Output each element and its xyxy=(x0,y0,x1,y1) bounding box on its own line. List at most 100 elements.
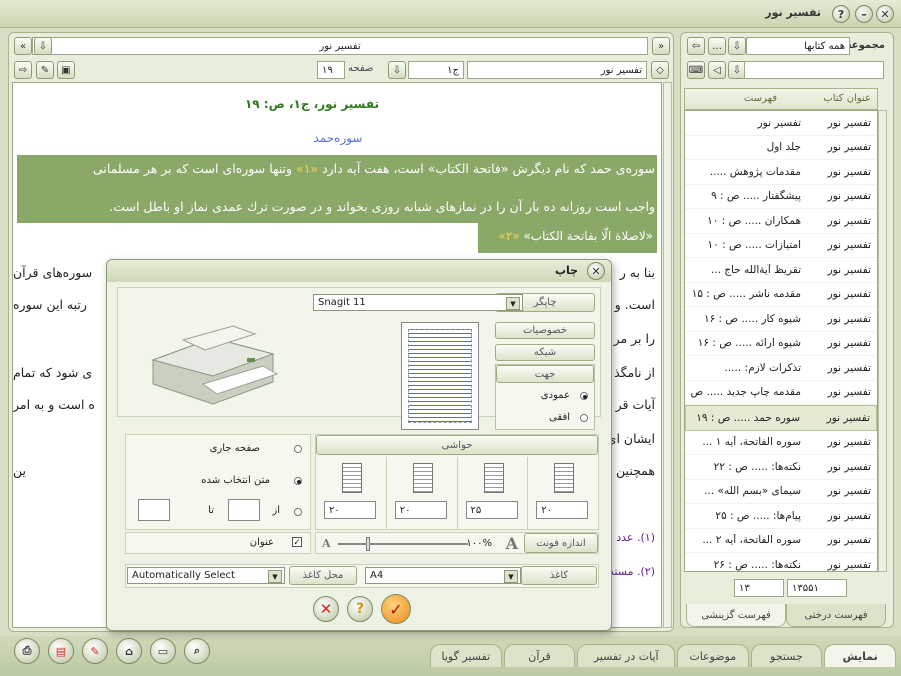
view-toggle-icon[interactable]: ▣ xyxy=(57,61,75,79)
page-down-icon[interactable]: ⇩ xyxy=(388,61,406,79)
page-range-radio[interactable] xyxy=(294,508,302,516)
list-item[interactable]: تفسير نور مقدمه ناشر ..... ص : ۱۵ xyxy=(685,283,877,307)
volume-select[interactable]: ج۱ xyxy=(408,61,464,79)
tab-2[interactable]: موضوعات xyxy=(676,644,749,667)
edit-note-icon[interactable]: ✎ xyxy=(82,638,108,664)
list-item-entry: امتيازات ..... ص : ۱۰ xyxy=(707,239,801,252)
cancel-icon[interactable]: ✕ xyxy=(313,596,339,622)
col-title[interactable]: عنوان كتاب xyxy=(823,93,871,104)
list-item[interactable]: تفسير نور مقدمات پژوهش ..... xyxy=(685,160,877,185)
next-page-icon[interactable]: ⇨ xyxy=(14,61,32,79)
list-item[interactable]: تفسير نور سوره الفاتحة، آيه ۲ ... xyxy=(685,529,877,553)
zoom-icon[interactable]: ⌕ xyxy=(184,638,210,664)
font-large-icon: A xyxy=(505,534,518,553)
tab-tree-index[interactable]: فهرست درختى xyxy=(786,604,886,627)
network-button[interactable]: شبكه xyxy=(495,344,595,361)
list-scrollbar[interactable] xyxy=(878,110,887,572)
margin-input[interactable]: ۲۰ xyxy=(394,501,447,519)
list-item[interactable]: تفسير نور شيوه كار ..... ص : ۱۶ xyxy=(685,307,877,332)
list-item[interactable]: تفسير نور امتيازات ..... ص : ۱۰ xyxy=(685,234,877,258)
font-slider-track[interactable] xyxy=(338,543,468,545)
tab-4[interactable]: قرآن xyxy=(503,644,576,667)
keyboard-icon[interactable]: ⌨ xyxy=(687,61,705,79)
list-item[interactable]: تفسير نور نكته‌ها: ..... ص : ۲۲ xyxy=(685,455,877,480)
list-item[interactable]: تفسير نور مقدمه چاپ جديد ..... ص xyxy=(685,381,877,405)
margin-cell: ۲۵ xyxy=(456,457,528,529)
list-item[interactable]: تفسير نور نكته‌ها: ..... ص : ۲۶ xyxy=(685,553,877,571)
document-scrollbar[interactable] xyxy=(663,82,672,628)
collection-select[interactable]: همه كتابها xyxy=(746,37,850,55)
highlight-line-3[interactable]: «لاصلاة الّا بفاتحة الكتاب» «۲» xyxy=(478,223,657,253)
minimize-icon[interactable]: – xyxy=(855,5,873,23)
page-input[interactable]: ۱۹ xyxy=(317,61,345,79)
book-index-list[interactable]: تفسير نور تفسير نور تفسير نور جلد اول تفسير … xyxy=(684,110,878,572)
print-icon[interactable]: ⎙ xyxy=(14,638,40,664)
close-icon[interactable]: ✕ xyxy=(876,5,894,23)
bookmark-icon[interactable]: ⌂ xyxy=(116,638,142,664)
paper-source-select[interactable]: Automatically Select ▼ xyxy=(127,567,285,584)
history-dropdown-icon[interactable]: ⇩ xyxy=(34,37,52,55)
split-view-icon[interactable]: ▭ xyxy=(150,638,176,664)
list-item[interactable]: تفسير نور سوره الفاتحة، آيه ۱ ... xyxy=(685,431,877,455)
highlight-line-1[interactable]: سوره‌ى حمد كه نام ديگرش «فاتحة الكتاب» ا… xyxy=(17,155,657,193)
margin-input[interactable]: ۲۰ xyxy=(536,501,589,519)
export-icon[interactable]: ▤ xyxy=(48,638,74,664)
list-item[interactable]: تفسير نور پيام‌ها: ..... ص : ۲۵ xyxy=(685,504,877,529)
hadith-text: «لاصلاة الّا بفاتحة الكتاب» xyxy=(523,229,653,243)
margin-input[interactable]: ۲۰ xyxy=(324,501,376,519)
title-option: عنوان ✓ xyxy=(125,532,311,554)
tab-0[interactable]: نمايش xyxy=(824,644,896,667)
tab-3[interactable]: آيات در تفسير xyxy=(577,644,675,667)
from-input[interactable] xyxy=(228,499,260,521)
list-item[interactable]: تفسير نور شيوه ارائه ..... ص : ۱۶ xyxy=(685,332,877,356)
chevron-down-icon[interactable]: ▼ xyxy=(504,570,518,583)
selected-text-radio[interactable] xyxy=(294,477,302,485)
list-item[interactable]: تفسير نور همكاران ..... ص : ۱۰ xyxy=(685,209,877,234)
tab-1[interactable]: جستجو xyxy=(750,644,823,667)
title-checkbox[interactable]: ✓ xyxy=(292,537,302,548)
help-icon[interactable]: ? xyxy=(832,5,850,23)
book-select[interactable]: تفسير نور xyxy=(467,61,647,79)
tab-flat-index[interactable]: فهرست گزينشى xyxy=(686,604,786,627)
tools-icon[interactable]: ✎ xyxy=(36,61,54,79)
footnote-1: (۱). عدد xyxy=(616,531,655,544)
tag-icon[interactable]: ◇ xyxy=(651,61,669,79)
para-6-right: ايشان اي xyxy=(606,431,655,446)
font-slider-thumb[interactable] xyxy=(366,537,370,551)
list-item[interactable]: تفسير نور سوره حمد ..... ص : ۱۹ xyxy=(685,405,877,431)
col-index[interactable]: فهرست xyxy=(744,93,777,104)
list-item[interactable]: تفسير نور تفسير نور xyxy=(685,111,877,136)
forward-arrow-icon[interactable]: » xyxy=(652,37,670,55)
list-item[interactable]: تفسير نور پيشگفتار ..... ص : ۹ xyxy=(685,185,877,209)
book-search-input[interactable] xyxy=(744,61,884,79)
chevron-down-icon[interactable]: ▼ xyxy=(506,297,520,310)
tab-5[interactable]: تفسير گويا xyxy=(430,644,502,667)
list-item-book: تفسير نور xyxy=(827,509,871,522)
list-item[interactable]: تفسير نور سيماى «بسم اللّه» ... xyxy=(685,480,877,504)
list-item-entry: سوره الفاتحة، آيه ۱ ... xyxy=(702,436,801,449)
back-arrow-icon[interactable]: ⇦ xyxy=(687,37,705,55)
current-page-radio[interactable] xyxy=(294,445,302,453)
list-item[interactable]: تفسير نور جلد اول xyxy=(685,136,877,160)
list-item-book: تفسير نور xyxy=(827,141,871,154)
footnote-ref-2[interactable]: «۲» xyxy=(498,229,519,243)
footnote-ref-1[interactable]: «۱» xyxy=(296,161,318,176)
collection-dropdown-icon[interactable]: ⇩ xyxy=(728,37,746,55)
list-item[interactable]: تفسير نور تذكرات لازم: ..... xyxy=(685,356,877,381)
properties-button[interactable]: خصوصيات xyxy=(495,322,595,339)
margin-input[interactable]: ۲۵ xyxy=(465,501,518,519)
ok-check-icon[interactable]: ✓ xyxy=(381,594,411,624)
chevron-down-icon[interactable]: ▼ xyxy=(268,570,282,583)
back-arrow-icon[interactable]: « xyxy=(14,37,32,55)
list-item[interactable]: تفسير نور تقريظ آية‌الله حاج ... xyxy=(685,258,877,283)
portrait-radio[interactable] xyxy=(580,392,588,400)
dialog-close-icon[interactable]: ✕ xyxy=(587,262,605,280)
printer-select[interactable]: Snagit 11 ▼ xyxy=(313,294,523,311)
to-input[interactable] xyxy=(138,499,170,521)
prev-icon[interactable]: ◁ xyxy=(708,61,726,79)
help-icon[interactable]: ? xyxy=(347,596,373,622)
more-icon[interactable]: … xyxy=(708,37,726,55)
highlight-line-2[interactable]: واجب است روزانه ده بار آن را در نمازهاى … xyxy=(17,193,657,223)
paper-select[interactable]: A4 ▼ xyxy=(365,567,521,584)
landscape-radio[interactable] xyxy=(580,414,588,422)
